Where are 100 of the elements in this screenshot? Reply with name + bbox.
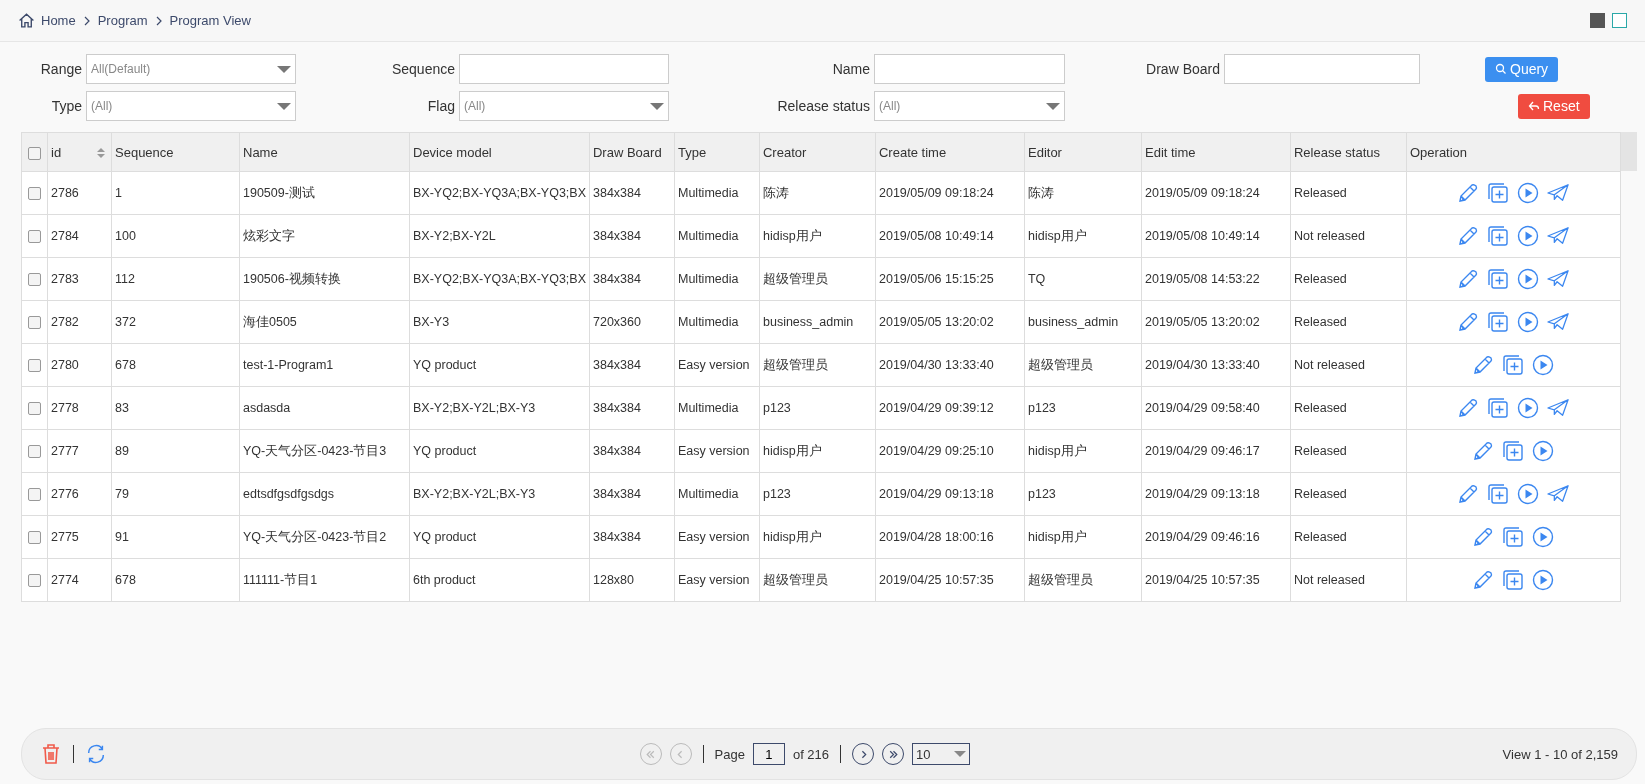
row-checkbox[interactable] [28, 488, 41, 502]
table-cell: Multimedia [674, 386, 760, 430]
pencil-icon[interactable] [1472, 354, 1495, 376]
table-cell: 2019/04/25 10:57:35 [875, 558, 1025, 602]
play-icon[interactable] [1532, 526, 1555, 548]
table-cell: 2019/04/29 09:13:18 [1141, 472, 1291, 516]
column-header[interactable]: Edit time [1141, 132, 1291, 172]
table-cell: 384x384 [589, 214, 675, 258]
table-cell: YQ-天气分区-0423-节目2 [239, 515, 410, 559]
column-header[interactable]: id [47, 132, 112, 172]
copy-add-icon[interactable] [1502, 440, 1525, 462]
input-field[interactable] [459, 54, 669, 84]
select-all-checkbox[interactable] [28, 146, 41, 160]
play-icon[interactable] [1517, 182, 1540, 204]
pencil-icon[interactable] [1472, 440, 1495, 462]
table-cell: hidisp用户 [759, 429, 876, 473]
pencil-icon[interactable] [1457, 483, 1480, 505]
pencil-icon[interactable] [1457, 182, 1480, 204]
table-cell: 2774 [47, 558, 112, 602]
table-cell: 384x384 [589, 429, 675, 473]
copy-add-icon[interactable] [1502, 569, 1525, 591]
table-cell: 陈涛 [1024, 171, 1142, 215]
pencil-icon[interactable] [1472, 526, 1495, 548]
play-icon[interactable] [1517, 483, 1540, 505]
column-header[interactable]: Release status [1290, 132, 1407, 172]
table-cell: 2019/04/25 10:57:35 [1141, 558, 1291, 602]
paper-plane-icon[interactable] [1547, 225, 1570, 247]
breadcrumb-link[interactable]: Program View [169, 13, 251, 28]
select-field[interactable]: All(Default) [86, 54, 296, 84]
row-checkbox[interactable] [28, 445, 41, 459]
copy-add-icon[interactable] [1487, 397, 1510, 419]
table-cell: 2019/05/09 09:18:24 [875, 171, 1025, 215]
play-icon[interactable] [1517, 268, 1540, 290]
column-header[interactable]: Sequence [111, 132, 240, 172]
table-cell: 384x384 [589, 472, 675, 516]
row-checkbox[interactable] [28, 187, 41, 201]
table-cell: business_admin [759, 300, 876, 344]
paper-plane-icon[interactable] [1547, 483, 1570, 505]
select-field[interactable]: (All) [874, 91, 1065, 121]
column-header[interactable]: Name [239, 132, 410, 172]
row-checkbox[interactable] [28, 574, 41, 588]
paper-plane-icon[interactable] [1547, 397, 1570, 419]
column-header[interactable]: Editor [1024, 132, 1142, 172]
play-icon[interactable] [1532, 440, 1555, 462]
table-cell: p123 [759, 386, 876, 430]
row-checkbox[interactable] [28, 359, 41, 373]
square-outline-icon[interactable] [1612, 13, 1627, 28]
select-field[interactable]: (All) [86, 91, 296, 121]
play-icon[interactable] [1517, 311, 1540, 333]
copy-add-icon[interactable] [1502, 526, 1525, 548]
pencil-icon[interactable] [1457, 311, 1480, 333]
paper-plane-icon[interactable] [1547, 268, 1570, 290]
row-checkbox[interactable] [28, 531, 41, 545]
pencil-icon[interactable] [1457, 397, 1480, 419]
table-cell: hidisp用户 [1024, 429, 1142, 473]
column-header[interactable]: Draw Board [589, 132, 675, 172]
table-cell: p123 [759, 472, 876, 516]
copy-add-icon[interactable] [1487, 268, 1510, 290]
row-checkbox[interactable] [28, 273, 41, 287]
play-icon[interactable] [1532, 569, 1555, 591]
play-icon[interactable] [1517, 225, 1540, 247]
reset-button[interactable]: Reset [1518, 93, 1590, 119]
input-field[interactable] [1224, 54, 1420, 84]
select-field[interactable]: (All) [459, 91, 669, 121]
play-icon[interactable] [1532, 354, 1555, 376]
refresh-icon[interactable] [85, 743, 107, 765]
pencil-icon[interactable] [1457, 225, 1480, 247]
chevron-right-icon [83, 15, 90, 26]
trash-icon[interactable] [40, 743, 62, 765]
copy-add-icon[interactable] [1487, 311, 1510, 333]
paper-plane-icon[interactable] [1547, 182, 1570, 204]
row-checkbox[interactable] [28, 316, 41, 330]
breadcrumb-link[interactable]: Program [97, 13, 148, 28]
pencil-icon[interactable] [1457, 268, 1480, 290]
row-checkbox[interactable] [28, 230, 41, 244]
copy-add-icon[interactable] [1502, 354, 1525, 376]
pencil-icon[interactable] [1472, 569, 1495, 591]
page-input[interactable]: 1 [752, 743, 785, 765]
paper-plane-icon[interactable] [1547, 311, 1570, 333]
table-cell: YQ product [409, 343, 590, 387]
sort-icon[interactable] [97, 148, 105, 158]
copy-add-icon[interactable] [1487, 182, 1510, 204]
column-header[interactable]: Operation [1406, 132, 1621, 172]
table-cell: 678 [111, 558, 240, 602]
play-icon[interactable] [1517, 397, 1540, 419]
input-field[interactable] [874, 54, 1065, 84]
home-icon[interactable] [18, 12, 35, 29]
table-cell: Easy version [674, 558, 760, 602]
column-header[interactable]: Type [674, 132, 760, 172]
column-header[interactable]: Create time [875, 132, 1025, 172]
breadcrumb-link[interactable]: Home [41, 13, 76, 28]
record-summary: View 1 - 10 of 2,159 [1502, 746, 1618, 762]
column-header[interactable]: Device model [409, 132, 590, 172]
copy-add-icon[interactable] [1487, 225, 1510, 247]
page-size-select[interactable]: 10 [912, 743, 971, 765]
page-label: Page [714, 746, 745, 762]
row-checkbox[interactable] [28, 402, 41, 416]
copy-add-icon[interactable] [1487, 483, 1510, 505]
table-cell: 2784 [47, 214, 112, 258]
column-header[interactable]: Creator [759, 132, 876, 172]
